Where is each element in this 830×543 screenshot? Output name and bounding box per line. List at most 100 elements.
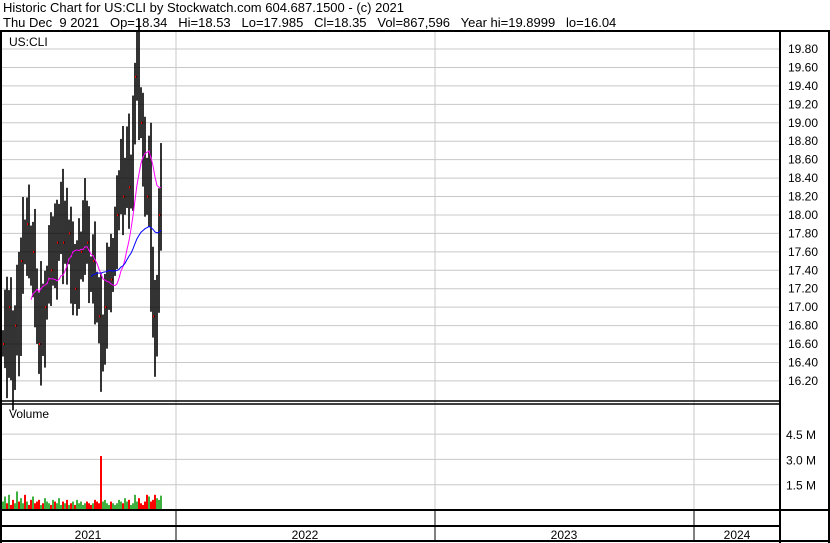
volume-bar [70, 503, 72, 510]
volume-label: Volume [9, 407, 49, 421]
volume-bar [88, 503, 90, 510]
volume-bar [22, 503, 24, 510]
volume-bar [20, 498, 22, 510]
volume-bar [102, 501, 104, 510]
volume-bar [66, 499, 68, 510]
year-label: 2023 [551, 528, 578, 542]
volume-bar [124, 498, 126, 510]
volume-bar [42, 503, 44, 510]
volume-bar [78, 503, 80, 510]
volume-bar [104, 499, 106, 510]
volume-bar [4, 496, 6, 510]
price-tick-label: 19.20 [788, 97, 818, 111]
volume-bar [32, 496, 34, 510]
volume-bar [132, 503, 134, 510]
volume-bar [148, 496, 150, 510]
volume-bar [30, 499, 32, 510]
volume-bar [156, 498, 158, 510]
price-tick-label: 16.60 [788, 337, 818, 351]
price-tick-label: 19.60 [788, 60, 818, 74]
price-tick-label: 16.80 [788, 319, 818, 333]
volume-bar [52, 499, 54, 510]
volume-tick-label: 4.5 M [786, 428, 816, 442]
volume-bar [64, 503, 66, 510]
volume-bar [140, 503, 142, 510]
price-axis: 19.80 19.60 19.40 19.20 19.00 18.80 18.60 18.40… [788, 42, 818, 388]
volume-bar [18, 501, 20, 510]
volume-bar [138, 498, 140, 510]
price-tick-label: 19.00 [788, 116, 818, 130]
volume-bar [150, 501, 152, 510]
volume-bar [146, 494, 148, 510]
year-label: 2021 [75, 528, 102, 542]
volume-bar [80, 501, 82, 510]
volume-bar [116, 503, 118, 510]
price-tick-label: 16.20 [788, 374, 818, 388]
volume-bar [112, 503, 114, 510]
volume-bar [136, 501, 138, 510]
volume-bar [106, 503, 108, 510]
volume-bars [2, 456, 162, 510]
volume-bar [134, 494, 136, 510]
volume-bar [6, 503, 8, 510]
price-chart: US:CLI Volume 19.8019.6019.4019.2019.001… [0, 18, 830, 543]
volume-bar [16, 491, 18, 510]
volume-bar [144, 501, 146, 510]
price-tick-label: 17.20 [788, 282, 818, 296]
volume-bar [26, 501, 28, 510]
volume-tick-label: 3.0 M [786, 453, 816, 467]
volume-bar [86, 501, 88, 510]
volume-bar [46, 501, 48, 510]
volume-bar [118, 499, 120, 510]
volume-bar [96, 501, 98, 510]
price-tick-label: 17.40 [788, 263, 818, 277]
volume-tick-label: 1.5 M [786, 479, 816, 493]
price-tick-label: 17.60 [788, 245, 818, 259]
price-tick-label: 18.20 [788, 190, 818, 204]
price-tick-label: 19.40 [788, 79, 818, 93]
volume-bar [98, 503, 100, 510]
chart-frame [0, 30, 830, 543]
year-label: 2024 [724, 528, 751, 542]
volume-bar [84, 503, 86, 510]
price-tick-label: 18.00 [788, 208, 818, 222]
volume-axis: 4.5 M 3.0 M 1.5 M [786, 428, 816, 493]
volume-bar [38, 499, 40, 510]
volume-bar [24, 494, 26, 510]
volume-bar [154, 494, 156, 510]
price-tick-label: 18.40 [788, 171, 818, 185]
volume-bar [12, 499, 14, 510]
volume-bar [56, 503, 58, 510]
grid-lines [2, 32, 780, 510]
volume-bar [76, 499, 78, 510]
volume-bar [2, 501, 4, 510]
volume-bar [34, 503, 36, 510]
volume-bar [94, 499, 96, 510]
volume-bar [122, 503, 124, 510]
volume-bar [92, 503, 94, 510]
volume-bar [44, 498, 46, 510]
volume-bar [8, 494, 10, 510]
volume-bar [160, 495, 162, 510]
volume-bar [126, 501, 128, 510]
price-tick-label: 16.40 [788, 355, 818, 369]
volume-bar [14, 503, 16, 510]
volume-bar [54, 501, 56, 510]
volume-bar [36, 501, 38, 510]
price-tick-label: 18.60 [788, 153, 818, 167]
volume-bar [58, 498, 60, 510]
volume-bar [100, 456, 102, 510]
price-tick-label: 17.00 [788, 300, 818, 314]
price-tick-label: 17.80 [788, 226, 818, 240]
volume-bar [62, 501, 64, 510]
volume-bar [110, 501, 112, 510]
volume-bar [48, 503, 50, 510]
volume-bar [128, 499, 130, 510]
volume-bar [120, 501, 122, 510]
symbol-label: US:CLI [9, 35, 48, 49]
price-tick-label: 18.80 [788, 134, 818, 148]
volume-bar [72, 501, 74, 510]
year-label: 2022 [292, 528, 319, 542]
volume-bar [152, 499, 154, 510]
price-bars [2, 18, 162, 411]
